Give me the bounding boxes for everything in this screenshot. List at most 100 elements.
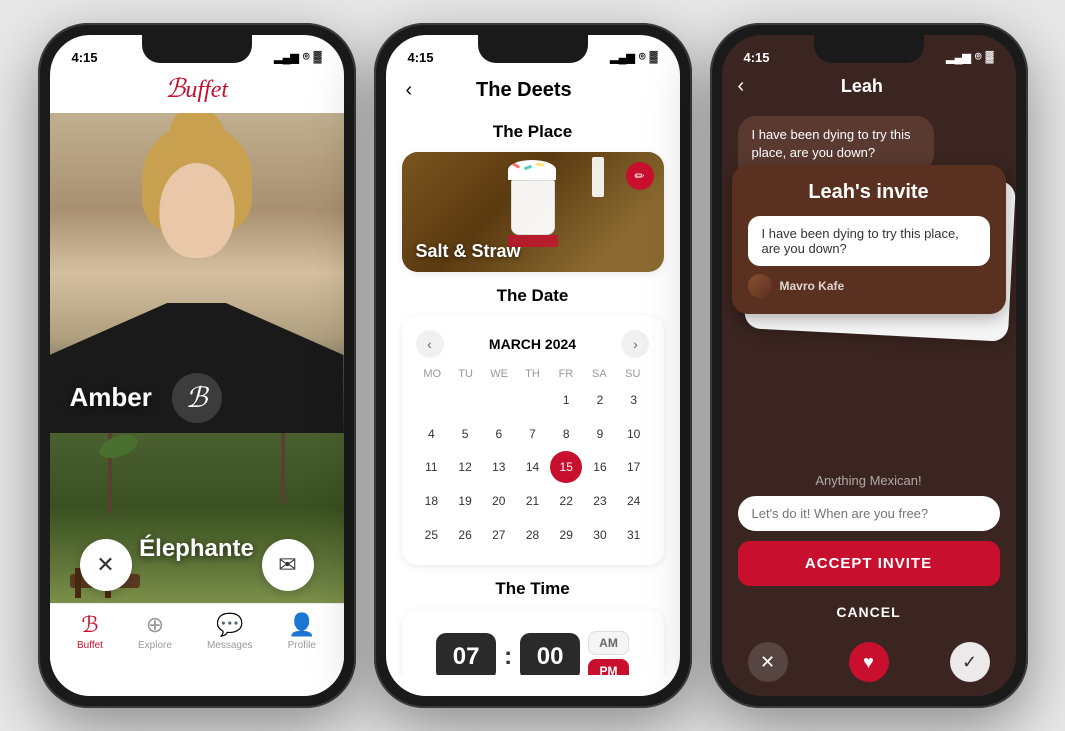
chat-input[interactable]	[738, 496, 1000, 531]
cal-day-28[interactable]: 28	[517, 519, 549, 551]
cal-day-16[interactable]: 16	[584, 451, 616, 483]
cal-day	[449, 384, 481, 416]
profile-icon: 👤	[288, 612, 315, 638]
cal-day-8[interactable]: 8	[550, 418, 582, 450]
cal-day	[483, 384, 515, 416]
battery-icon-3: ▓	[985, 51, 993, 63]
cal-su: SU	[616, 368, 649, 380]
dismiss-action-button[interactable]: ✕	[748, 642, 788, 682]
cal-day-9[interactable]: 9	[584, 418, 616, 450]
phone-2-screen: 4:15 ▂▄▆ ⌾ ▓ ‹ The Deets The Place	[386, 35, 680, 696]
cal-next-button[interactable]: ›	[621, 330, 649, 358]
nav-profile[interactable]: 👤 Profile	[288, 612, 316, 651]
cal-day-22[interactable]: 22	[550, 485, 582, 517]
time-section-title: The Time	[402, 579, 664, 599]
milkshake-visual	[592, 157, 604, 197]
cal-day-23[interactable]: 23	[584, 485, 616, 517]
cal-day-5[interactable]: 5	[449, 418, 481, 450]
cal-we: WE	[482, 368, 515, 380]
cal-day-3[interactable]: 3	[618, 384, 650, 416]
place-section-title: The Place	[402, 122, 664, 142]
cal-day	[517, 384, 549, 416]
cal-day-10[interactable]: 10	[618, 418, 650, 450]
cal-day-25[interactable]: 25	[416, 519, 448, 551]
pm-button[interactable]: PM	[588, 659, 629, 675]
time-display: 07 : 00 AM PM	[416, 631, 650, 675]
cal-day-2[interactable]: 2	[584, 384, 616, 416]
cup-visual	[508, 160, 558, 247]
cal-day-26[interactable]: 26	[449, 519, 481, 551]
cal-month: MARCH 2024	[489, 336, 576, 352]
battery-icon-2: ▓	[649, 51, 657, 63]
cal-day-11[interactable]: 11	[416, 451, 448, 483]
time-hour[interactable]: 07	[436, 633, 496, 675]
wifi-icon-3: ⌾	[975, 51, 982, 64]
profile-name-overlay: Amber	[70, 382, 152, 413]
like-action-button[interactable]: ♥	[849, 642, 889, 682]
cal-day-18[interactable]: 18	[416, 485, 448, 517]
chat-back-button[interactable]: ‹	[738, 75, 745, 98]
cal-day-30[interactable]: 30	[584, 519, 616, 551]
cal-day-7[interactable]: 7	[517, 418, 549, 450]
profile-images: Amber ℬ	[50, 113, 344, 603]
message-button[interactable]: ✉	[262, 539, 314, 591]
wifi-icon-2: ⌾	[639, 51, 646, 64]
cal-day-1[interactable]: 1	[550, 384, 582, 416]
cal-day-19[interactable]: 19	[449, 485, 481, 517]
deets-header: ‹ The Deets	[386, 71, 680, 114]
cal-tu: TU	[449, 368, 482, 380]
messages-icon: 💬	[216, 612, 243, 638]
bottom-actions: ✕ ♥ ✓	[738, 638, 1000, 686]
nav-explore[interactable]: ⊕ Explore	[138, 612, 172, 651]
place-image: Salt & Straw ✏	[402, 152, 664, 272]
signal-icon-2: ▂▄▆	[610, 51, 635, 64]
nav-messages[interactable]: 💬 Messages	[207, 612, 253, 651]
buffet-nav-icon: ℬ	[81, 612, 98, 638]
place-name: Salt & Straw	[416, 241, 521, 262]
phone-1-screen: 4:15 ▂▄▆ ⌾ ▓ ℬuffet	[50, 35, 344, 696]
anything-mexican-label: Anything Mexican!	[738, 473, 1000, 488]
check-action-button[interactable]: ✓	[950, 642, 990, 682]
nav-buffet[interactable]: ℬ Buffet	[77, 612, 103, 651]
signal-icon-1: ▂▄▆	[274, 51, 299, 64]
cal-grid: 1 2 3 4 5 6 7 8 9 10 11 12 13	[416, 384, 650, 551]
cal-day-20[interactable]: 20	[483, 485, 515, 517]
cal-day	[416, 384, 448, 416]
cal-day-27[interactable]: 27	[483, 519, 515, 551]
cal-day-13[interactable]: 13	[483, 451, 515, 483]
cal-day-4[interactable]: 4	[416, 418, 448, 450]
cal-day-12[interactable]: 12	[449, 451, 481, 483]
x-icon: ✕	[760, 652, 775, 673]
cal-day-31[interactable]: 31	[618, 519, 650, 551]
action-buttons: ✕ ✉	[50, 539, 344, 591]
cal-day-17[interactable]: 17	[618, 451, 650, 483]
cal-day-21[interactable]: 21	[517, 485, 549, 517]
cancel-button[interactable]: CANCEL	[738, 594, 1000, 630]
edit-badge[interactable]: ✏	[626, 162, 654, 190]
am-button[interactable]: AM	[588, 631, 629, 655]
cal-prev-button[interactable]: ‹	[416, 330, 444, 358]
cal-fr: FR	[549, 368, 582, 380]
back-button[interactable]: ‹	[402, 75, 417, 106]
invite-card-title: Leah's invite	[748, 181, 990, 204]
date-section-title: The Date	[402, 286, 664, 306]
status-time-1: 4:15	[72, 50, 98, 65]
time-minute[interactable]: 00	[520, 633, 580, 675]
accept-invite-button[interactable]: ACCEPT INVITE	[738, 541, 1000, 586]
cal-day-6[interactable]: 6	[483, 418, 515, 450]
cal-day-29[interactable]: 29	[550, 519, 582, 551]
cal-header: ‹ MARCH 2024 ›	[416, 330, 650, 358]
phone-1: 4:15 ▂▄▆ ⌾ ▓ ℬuffet	[38, 23, 356, 708]
phones-container: 4:15 ▂▄▆ ⌾ ▓ ℬuffet	[18, 3, 1048, 728]
dismiss-button[interactable]: ✕	[80, 539, 132, 591]
chat-input-row	[738, 496, 1000, 531]
chat-header: ‹ Leah	[722, 71, 1016, 106]
logo-divider: ℬ	[172, 373, 222, 423]
cal-day-14[interactable]: 14	[517, 451, 549, 483]
wifi-icon-1: ⌾	[303, 51, 310, 64]
notch-3	[814, 35, 924, 63]
cal-day-15[interactable]: 15	[550, 451, 582, 483]
cal-day-24[interactable]: 24	[618, 485, 650, 517]
nav-profile-label: Profile	[288, 640, 316, 651]
edit-icon: ✏	[634, 169, 644, 183]
